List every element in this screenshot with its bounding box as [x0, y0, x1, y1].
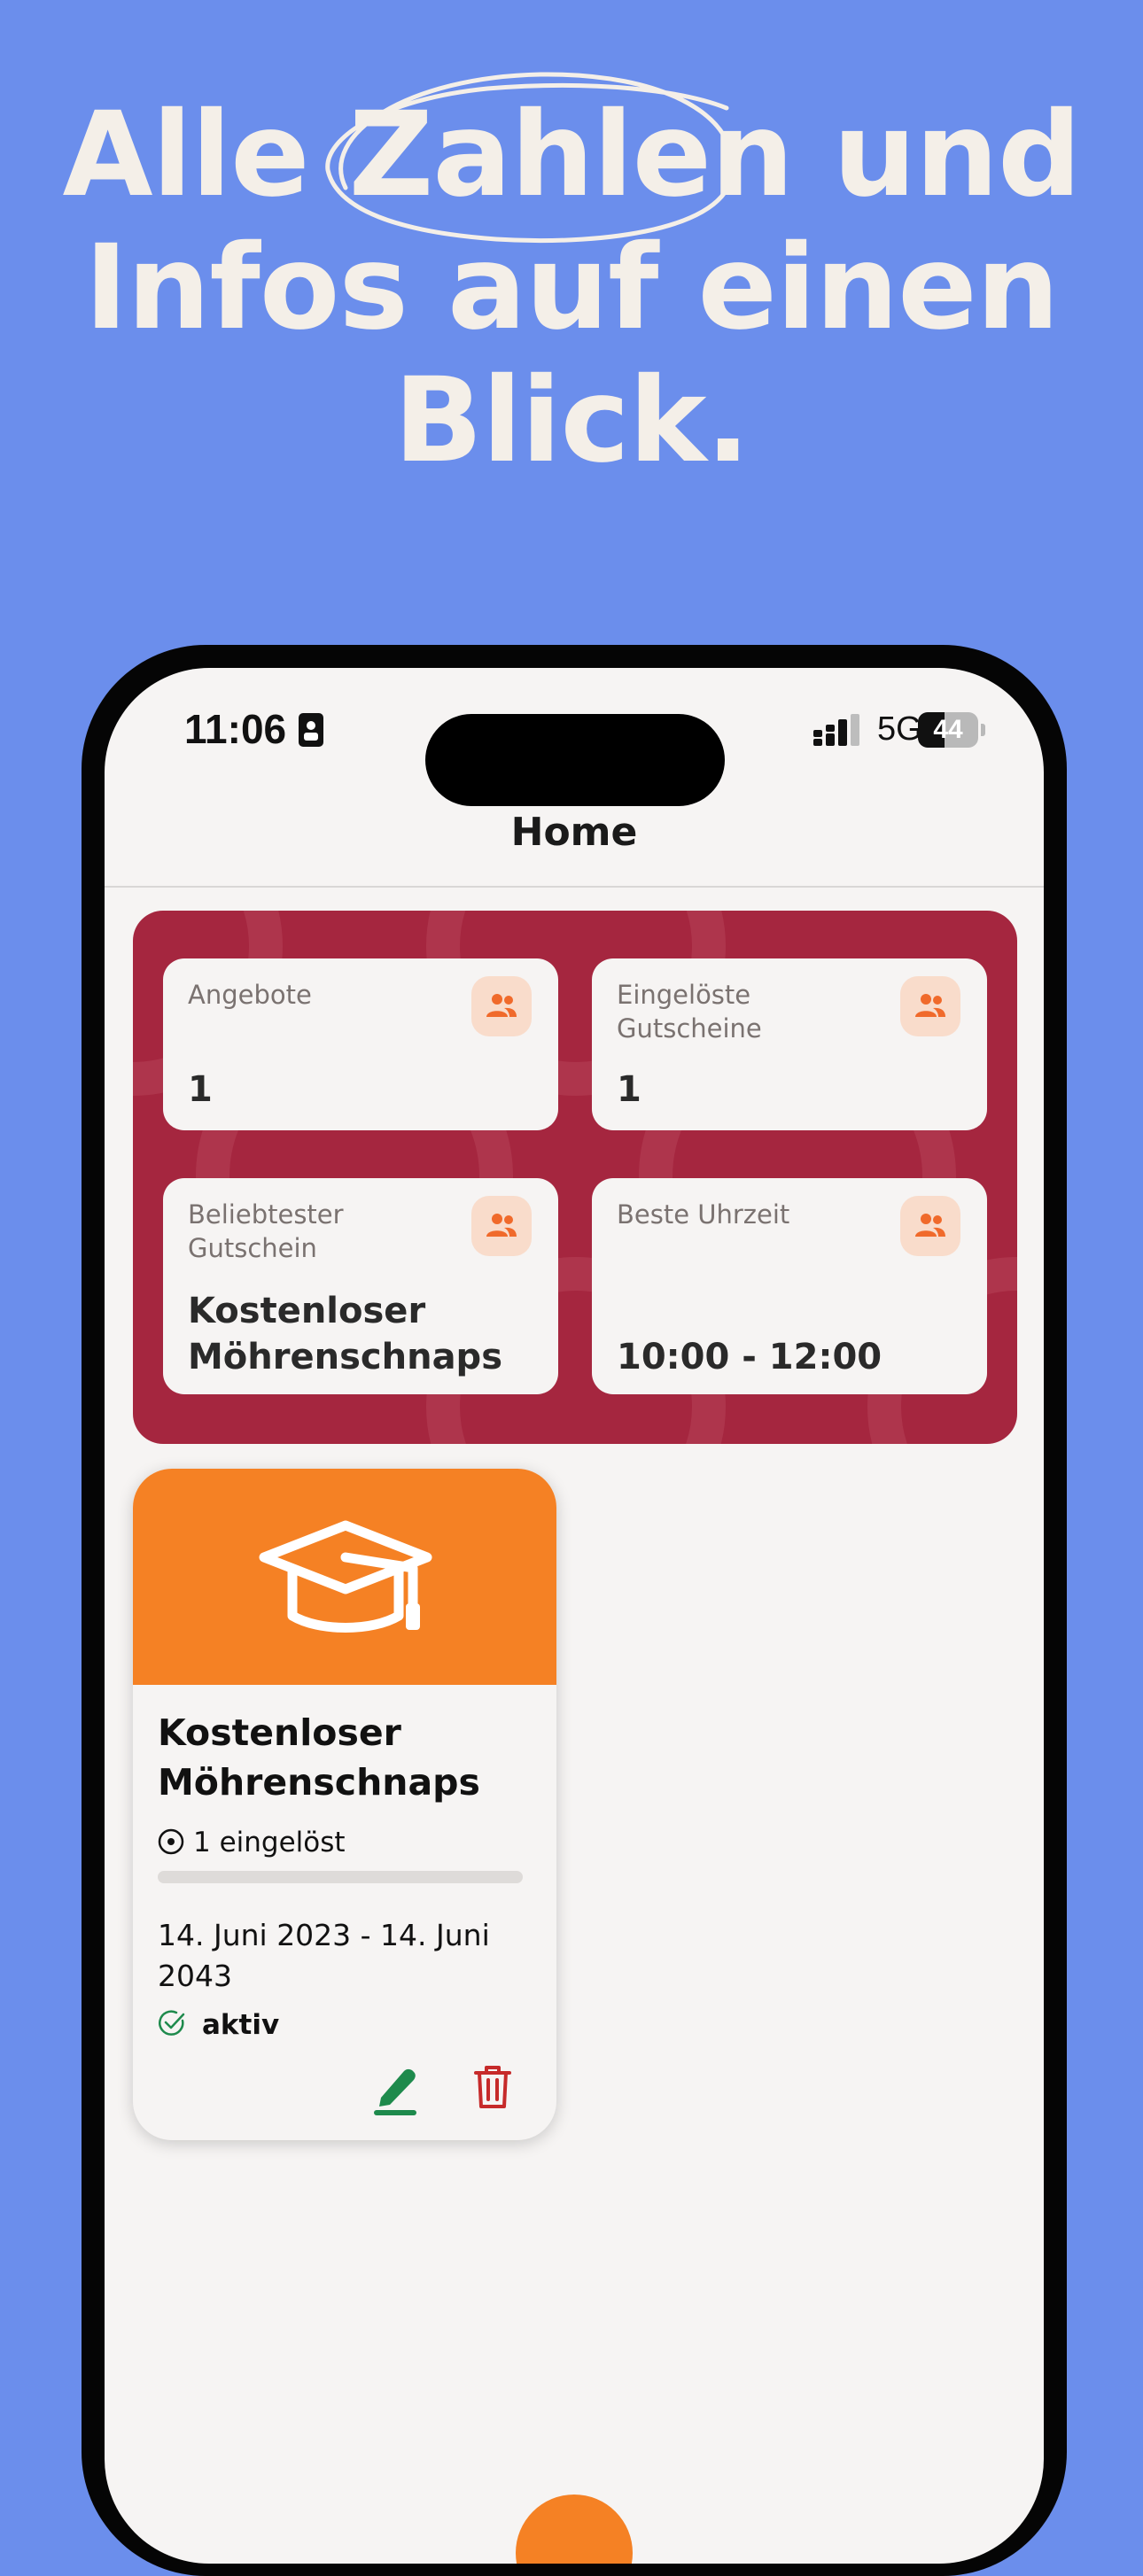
voucher-header: [133, 1469, 556, 1685]
add-button[interactable]: [516, 2495, 633, 2564]
status-time: 11:06: [184, 706, 287, 752]
stat-value: 1: [617, 1069, 641, 1110]
battery-level: 44: [933, 715, 963, 744]
redeem-text: 1 eingelöst: [193, 1827, 346, 1858]
stat-card-best-time[interactable]: Beste Uhrzeit 10:00 - 12:00: [592, 1178, 987, 1394]
voucher-card[interactable]: Kostenloser Möhrenschnaps 1 eingelöst 14…: [133, 1469, 556, 2140]
stats-panel: Angebote 1 Eingelöste Gutscheine 1 Belie…: [133, 911, 1017, 1444]
target-icon: [158, 1828, 184, 1855]
network-label: 5G: [877, 710, 922, 748]
signal-icon: [813, 714, 859, 746]
graduation-cap-icon: [259, 1520, 432, 1633]
battery-icon: 44: [918, 712, 987, 748]
voucher-title: Kostenloser Möhrenschnaps: [158, 1711, 480, 1804]
nav-divider: [105, 886, 1044, 888]
voucher-dates: 14. Juni 2023 - 14. Juni 2043: [158, 1918, 490, 1993]
stat-card-redeemed[interactable]: Eingelöste Gutscheine 1: [592, 958, 987, 1130]
stat-value: 1: [188, 1069, 213, 1110]
phone-frame: 11:06 5G 44 Home Angebote 1 Eingelöste G…: [82, 645, 1067, 2576]
stat-value: 10:00 - 12:00: [617, 1337, 883, 1377]
sim-card-icon: [299, 713, 323, 747]
people-icon: [486, 994, 517, 1017]
stat-value: Kostenloser Möhrenschnaps: [188, 1291, 502, 1377]
check-circle-icon: [159, 2010, 185, 2036]
trash-icon[interactable]: [473, 2064, 512, 2110]
stat-label: Angebote: [188, 980, 312, 1010]
stat-label: Beste Uhrzeit: [617, 1199, 790, 1230]
status-text: aktiv: [202, 2009, 280, 2041]
stat-label: Eingelöste Gutscheine: [617, 980, 762, 1044]
stat-card-offers[interactable]: Angebote 1: [163, 958, 558, 1130]
people-icon: [486, 1214, 517, 1237]
scribble-circle-icon: [325, 72, 735, 244]
redeem-progress-bar: [158, 1871, 523, 1883]
stat-card-popular-voucher[interactable]: Beliebtester Gutschein Kostenloser Möhre…: [163, 1178, 558, 1394]
stat-label: Beliebtester Gutschein: [188, 1199, 344, 1263]
headline-line: Blick.: [393, 353, 750, 489]
page-title: Home: [510, 810, 638, 855]
pencil-icon[interactable]: [372, 2064, 418, 2115]
phone-screen: 11:06 5G 44 Home Angebote 1 Eingelöste G…: [105, 668, 1044, 2564]
people-icon: [915, 1214, 945, 1237]
dynamic-island: [425, 714, 725, 806]
people-icon: [915, 994, 945, 1017]
